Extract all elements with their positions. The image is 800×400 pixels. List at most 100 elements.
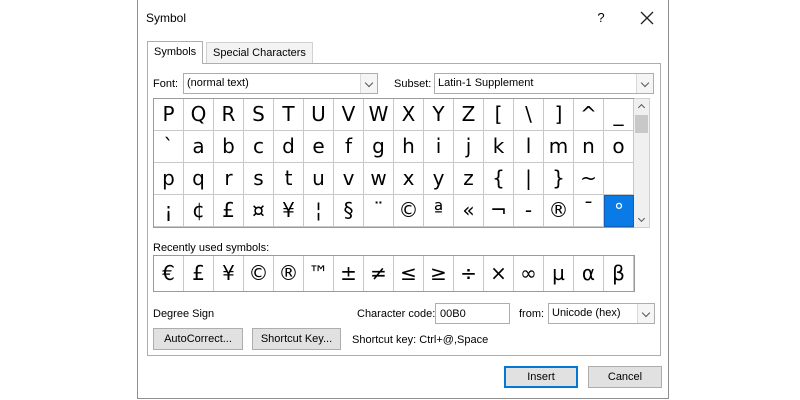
symbol-cell[interactable]: V bbox=[334, 99, 364, 131]
symbol-grid-scrollbar[interactable] bbox=[634, 98, 650, 228]
symbol-cell[interactable]: i bbox=[424, 131, 454, 163]
recent-symbol-cell[interactable]: × bbox=[484, 256, 514, 291]
symbol-cell[interactable]: n bbox=[574, 131, 604, 163]
symbol-cell[interactable]: ¦ bbox=[304, 195, 334, 227]
recent-symbol-cell[interactable]: ™ bbox=[304, 256, 334, 291]
close-button[interactable] bbox=[633, 7, 661, 29]
symbol-cell[interactable]: P bbox=[154, 99, 184, 131]
recent-symbol-cell[interactable]: µ bbox=[544, 256, 574, 291]
symbol-cell[interactable]: ~ bbox=[574, 163, 604, 195]
symbol-cell[interactable]: ¯ bbox=[574, 195, 604, 227]
symbol-cell[interactable]: v bbox=[334, 163, 364, 195]
symbol-cell[interactable]: © bbox=[394, 195, 424, 227]
autocorrect-button[interactable]: AutoCorrect... bbox=[153, 328, 243, 350]
symbol-cell[interactable]: § bbox=[334, 195, 364, 227]
symbol-cell[interactable]: £ bbox=[214, 195, 244, 227]
recent-symbol-cell[interactable]: ∞ bbox=[514, 256, 544, 291]
symbol-cell[interactable]: « bbox=[454, 195, 484, 227]
symbol-cell[interactable]: r bbox=[214, 163, 244, 195]
symbol-cell[interactable]: o bbox=[604, 131, 634, 163]
recent-symbol-cell[interactable]: ≤ bbox=[394, 256, 424, 291]
recent-symbol-cell[interactable]: ≠ bbox=[364, 256, 394, 291]
symbol-cell[interactable]: Z bbox=[454, 99, 484, 131]
recent-symbol-cell[interactable]: ÷ bbox=[454, 256, 484, 291]
symbol-cell[interactable]: p bbox=[154, 163, 184, 195]
recent-symbol-cell[interactable]: ≥ bbox=[424, 256, 454, 291]
insert-button[interactable]: Insert bbox=[504, 366, 578, 388]
symbol-cell[interactable]: ¨ bbox=[364, 195, 394, 227]
symbol-cell[interactable]: ¢ bbox=[184, 195, 214, 227]
symbol-cell[interactable]: W bbox=[364, 99, 394, 131]
symbol-cell[interactable]: ¤ bbox=[244, 195, 274, 227]
symbol-cell[interactable]: e bbox=[304, 131, 334, 163]
symbol-cell[interactable]: _ bbox=[604, 99, 634, 131]
recent-symbol-cell[interactable]: £ bbox=[184, 256, 214, 291]
scrollbar-thumb[interactable] bbox=[635, 115, 648, 133]
symbol-cell[interactable]: g bbox=[364, 131, 394, 163]
symbol-cell[interactable]: b bbox=[214, 131, 244, 163]
subset-dropdown[interactable]: Latin-1 Supplement bbox=[434, 73, 654, 94]
symbol-cell[interactable]: - bbox=[514, 195, 544, 227]
cancel-button[interactable]: Cancel bbox=[588, 366, 662, 388]
symbol-cell[interactable]: | bbox=[514, 163, 544, 195]
tab-symbols[interactable]: Symbols bbox=[147, 41, 203, 64]
chevron-down-icon[interactable] bbox=[636, 74, 653, 93]
symbol-cell[interactable]: k bbox=[484, 131, 514, 163]
symbol-cell[interactable]: c bbox=[244, 131, 274, 163]
symbol-cell[interactable]: } bbox=[544, 163, 574, 195]
recent-symbol-cell[interactable]: € bbox=[154, 256, 184, 291]
symbol-cell[interactable]: Q bbox=[184, 99, 214, 131]
character-code-input[interactable]: 00B0 bbox=[435, 303, 510, 324]
symbol-cell[interactable]: U bbox=[304, 99, 334, 131]
symbol-cell[interactable]: t bbox=[274, 163, 304, 195]
symbol-cell[interactable]: z bbox=[454, 163, 484, 195]
symbol-cell[interactable]: Y bbox=[424, 99, 454, 131]
shortcut-key-button[interactable]: Shortcut Key... bbox=[252, 328, 341, 350]
symbol-cell[interactable]: w bbox=[364, 163, 394, 195]
recent-symbol-cell[interactable]: ® bbox=[274, 256, 304, 291]
symbol-cell[interactable]: ® bbox=[544, 195, 574, 227]
symbol-cell[interactable]: ^ bbox=[574, 99, 604, 131]
recent-symbol-cell[interactable]: ± bbox=[334, 256, 364, 291]
symbol-cell[interactable] bbox=[604, 163, 634, 195]
symbol-cell[interactable]: u bbox=[304, 163, 334, 195]
from-dropdown[interactable]: Unicode (hex) bbox=[548, 303, 655, 324]
symbol-cell[interactable]: s bbox=[244, 163, 274, 195]
scroll-down-icon[interactable] bbox=[634, 213, 649, 227]
symbol-cell[interactable]: j bbox=[454, 131, 484, 163]
symbol-cell[interactable]: { bbox=[484, 163, 514, 195]
symbol-cell[interactable]: ¥ bbox=[274, 195, 304, 227]
scroll-up-icon[interactable] bbox=[634, 99, 649, 113]
symbol-cell[interactable]: R bbox=[214, 99, 244, 131]
symbol-cell[interactable]: S bbox=[244, 99, 274, 131]
symbol-cell[interactable]: f bbox=[334, 131, 364, 163]
recent-symbol-cell[interactable]: ¥ bbox=[214, 256, 244, 291]
symbol-cell[interactable]: m bbox=[544, 131, 574, 163]
symbol-cell[interactable]: ` bbox=[154, 131, 184, 163]
symbol-cell[interactable]: a bbox=[184, 131, 214, 163]
character-code-value: 00B0 bbox=[440, 308, 466, 320]
symbol-cell[interactable]: T bbox=[274, 99, 304, 131]
symbol-cell[interactable]: ] bbox=[544, 99, 574, 131]
chevron-down-icon[interactable] bbox=[360, 74, 377, 93]
symbol-cell[interactable]: h bbox=[394, 131, 424, 163]
symbol-cell[interactable]: [ bbox=[484, 99, 514, 131]
tab-special-characters[interactable]: Special Characters bbox=[206, 42, 313, 64]
symbol-cell[interactable]: ª bbox=[424, 195, 454, 227]
font-dropdown[interactable]: (normal text) bbox=[183, 73, 378, 94]
symbol-cell-selected[interactable]: ° bbox=[604, 195, 634, 227]
symbol-cell[interactable]: d bbox=[274, 131, 304, 163]
symbol-cell[interactable]: X bbox=[394, 99, 424, 131]
symbol-cell[interactable]: x bbox=[394, 163, 424, 195]
symbol-cell[interactable]: ¡ bbox=[154, 195, 184, 227]
symbol-cell[interactable]: ¬ bbox=[484, 195, 514, 227]
help-button[interactable]: ? bbox=[591, 8, 611, 28]
symbol-cell[interactable]: \ bbox=[514, 99, 544, 131]
symbol-cell[interactable]: l bbox=[514, 131, 544, 163]
chevron-down-icon[interactable] bbox=[637, 304, 654, 323]
recent-symbol-cell[interactable]: α bbox=[574, 256, 604, 291]
symbol-cell[interactable]: y bbox=[424, 163, 454, 195]
recent-symbol-cell[interactable]: © bbox=[244, 256, 274, 291]
symbol-cell[interactable]: q bbox=[184, 163, 214, 195]
recent-symbol-cell[interactable]: β bbox=[604, 256, 634, 291]
